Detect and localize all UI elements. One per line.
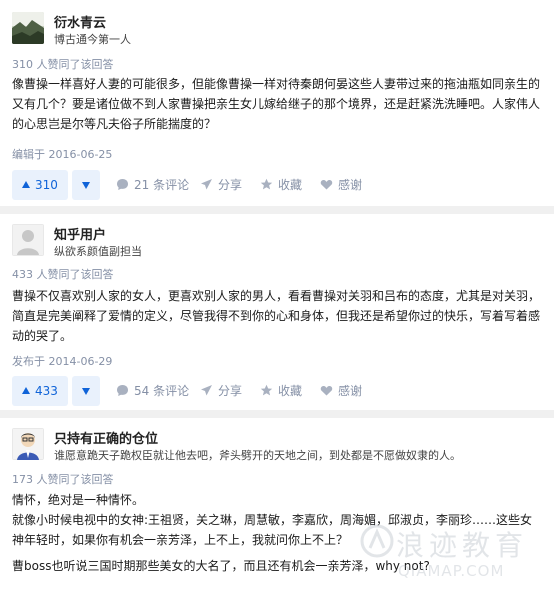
- comment-label: 54 条评论: [134, 384, 190, 398]
- comment-label: 21 条评论: [134, 178, 190, 192]
- favorite-label: 收藏: [278, 178, 303, 192]
- answer-content: 像曹操一样喜好人妻的可能很多，但能像曹操一样对待秦朗何晏这些人妻带过来的拖油瓶如…: [12, 74, 542, 134]
- share-button[interactable]: 分享: [200, 170, 242, 200]
- author-name[interactable]: 只持有正确的仓位: [54, 428, 158, 447]
- avatar[interactable]: [12, 428, 44, 460]
- share-icon: [201, 385, 212, 396]
- thanks-button[interactable]: 感谢: [320, 376, 362, 406]
- watermark-logo-icon: [360, 524, 394, 558]
- star-icon: [260, 384, 273, 396]
- thanks-label: 感谢: [338, 178, 363, 192]
- author-bio: 博古通今第一人: [54, 33, 131, 46]
- vote-summary: 310 人赞同了该回答: [12, 58, 114, 71]
- downvote-icon: [82, 182, 90, 189]
- divider: [0, 410, 554, 418]
- divider: [0, 206, 554, 214]
- share-label: 分享: [218, 384, 243, 398]
- edit-time[interactable]: 发布于 2014-06-29: [12, 353, 112, 369]
- answer-content: 曹操不仅喜欢别人家的女人，更喜欢别人家的男人，看看曹操对关羽和吕布的态度，尤其是…: [12, 286, 542, 346]
- downvote-button[interactable]: [72, 170, 100, 200]
- comment-button[interactable]: 21 条评论: [116, 170, 189, 200]
- answer-card: 衍水青云 博古通今第一人 310 人赞同了该回答 像曹操一样喜好人妻的可能很多，…: [0, 0, 554, 200]
- avatar[interactable]: [12, 224, 44, 256]
- author-name[interactable]: 衍水青云: [54, 12, 106, 31]
- upvote-count: 433: [35, 384, 58, 398]
- thanks-button[interactable]: 感谢: [320, 170, 362, 200]
- upvote-button[interactable]: 433: [12, 376, 68, 406]
- content-paragraph: 像曹操一样喜好人妻的可能很多，但能像曹操一样对待秦朗何晏这些人妻带过来的拖油瓶如…: [12, 77, 541, 131]
- upvote-icon: [22, 181, 30, 188]
- favorite-button[interactable]: 收藏: [260, 170, 302, 200]
- heart-icon: [320, 180, 333, 190]
- watermark-title: 浪迹教育: [396, 529, 529, 562]
- heart-icon: [320, 386, 333, 396]
- comment-button[interactable]: 54 条评论: [116, 376, 189, 406]
- action-bar: 310 21 条评论 分享 收藏 感谢: [12, 170, 542, 200]
- content-paragraph: 情怀，绝对是一种情怀。: [12, 493, 145, 507]
- watermark: 浪迹教育 QIAMAP.COM: [360, 520, 550, 590]
- vote-summary: 433 人赞同了该回答: [12, 268, 114, 281]
- thanks-label: 感谢: [338, 384, 363, 398]
- action-bar: 433 54 条评论 分享 收藏 感谢: [12, 376, 542, 406]
- avatar[interactable]: [12, 12, 44, 44]
- share-label: 分享: [218, 178, 243, 192]
- author-bio: 纵欲系颜值副担当: [54, 245, 142, 258]
- vote-summary: 173 人赞同了该回答: [12, 473, 114, 486]
- watermark-url: QIAMAP.COM: [398, 562, 505, 580]
- favorite-button[interactable]: 收藏: [260, 376, 302, 406]
- star-icon: [260, 178, 273, 190]
- answer-card: 知乎用户 纵欲系颜值副担当 433 人赞同了该回答 曹操不仅喜欢别人家的女人，更…: [0, 214, 554, 406]
- edit-time[interactable]: 编辑于 2016-06-25: [12, 146, 112, 162]
- share-button[interactable]: 分享: [200, 376, 242, 406]
- comment-icon: [117, 179, 128, 190]
- comment-icon: [117, 385, 128, 396]
- upvote-button[interactable]: 310: [12, 170, 68, 200]
- content-paragraph: 曹操不仅喜欢别人家的女人，更喜欢别人家的男人，看看曹操对关羽和吕布的态度，尤其是…: [12, 289, 541, 343]
- upvote-count: 310: [35, 178, 58, 192]
- author-bio: 谁愿意跪天子跪权臣就让他去吧，斧头劈开的天地之间，到处都是不愿做奴隶的人。: [54, 449, 461, 462]
- downvote-button[interactable]: [72, 376, 100, 406]
- favorite-label: 收藏: [278, 384, 303, 398]
- author-name[interactable]: 知乎用户: [54, 224, 106, 243]
- upvote-icon: [22, 387, 30, 394]
- share-icon: [201, 179, 212, 190]
- downvote-icon: [82, 388, 90, 395]
